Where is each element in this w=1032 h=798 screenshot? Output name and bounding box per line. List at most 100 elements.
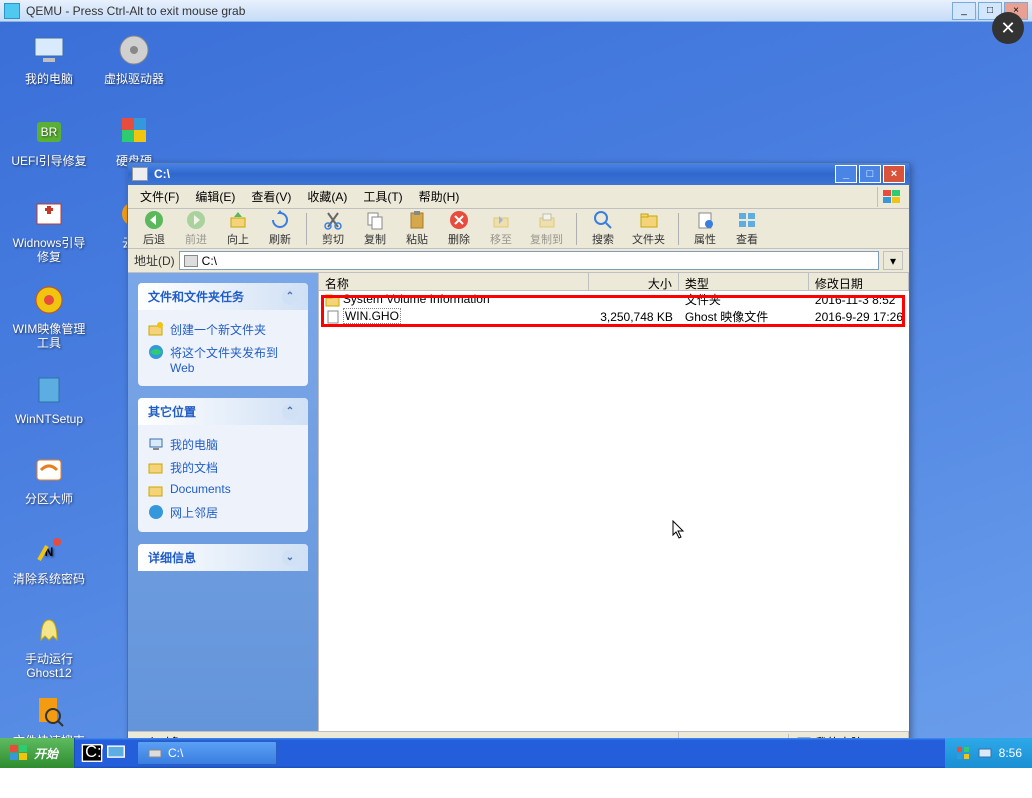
- file-list: 名称 大小 类型 修改日期 System Volume Information …: [318, 273, 909, 731]
- separator: [306, 213, 307, 245]
- folder-icon: [325, 293, 341, 307]
- properties-button[interactable]: 属性: [685, 207, 725, 250]
- file-row-svi[interactable]: System Volume Information 文件夹 2016-11-3 …: [319, 291, 909, 308]
- address-value: C:\: [202, 254, 217, 268]
- side-panel: 文件和文件夹任务⌃ 创建一个新文件夹 将这个文件夹发布到 Web 其它位置⌃ 我…: [128, 273, 318, 731]
- menu-edit[interactable]: 编辑(E): [187, 186, 243, 207]
- cut-button[interactable]: 剪切: [313, 207, 353, 250]
- tray-icon-1[interactable]: [955, 745, 971, 761]
- up-button[interactable]: 向上: [218, 207, 258, 250]
- quick-launch: C:\: [75, 742, 133, 764]
- back-button[interactable]: 后退: [134, 207, 174, 250]
- folder-icon: [148, 459, 164, 475]
- drive-icon: [184, 255, 198, 267]
- address-dropdown-button[interactable]: ▾: [883, 251, 903, 270]
- maximize-button[interactable]: □: [859, 165, 881, 183]
- windows-logo-icon: [10, 745, 28, 761]
- desktop-icon-disk[interactable]: 硬盘硬: [95, 114, 173, 168]
- tasks-panel-header[interactable]: 文件和文件夹任务⌃: [138, 283, 308, 310]
- window-title: C:\: [154, 167, 833, 181]
- desktop-icon-virtual-drive[interactable]: 虚拟驱动器: [95, 32, 173, 86]
- minimize-button[interactable]: _: [835, 165, 857, 183]
- paste-button[interactable]: 粘贴: [397, 207, 437, 250]
- menubar: 文件(F) 编辑(E) 查看(V) 收藏(A) 工具(T) 帮助(H): [128, 185, 909, 209]
- column-size[interactable]: 大小: [589, 273, 679, 290]
- column-name[interactable]: 名称: [319, 273, 589, 290]
- refresh-button[interactable]: 刷新: [260, 207, 300, 250]
- places-panel: 其它位置⌃ 我的电脑 我的文档 Documents 网上邻居: [138, 398, 308, 532]
- menu-view[interactable]: 查看(V): [243, 186, 299, 207]
- task-publish-web[interactable]: 将这个文件夹发布到 Web: [148, 341, 298, 378]
- place-network[interactable]: 网上邻居: [148, 501, 298, 524]
- computer-icon: [148, 436, 164, 452]
- menu-file[interactable]: 文件(F): [132, 186, 187, 207]
- task-new-folder[interactable]: 创建一个新文件夹: [148, 318, 298, 341]
- file-icon: [325, 310, 341, 324]
- desktop-icon-winntsetup[interactable]: WinNTSetup: [10, 372, 88, 426]
- ql-desktop-button[interactable]: [105, 742, 127, 764]
- explorer-window: C:\ _ □ × 文件(F) 编辑(E) 查看(V) 收藏(A) 工具(T) …: [127, 162, 910, 754]
- search-button[interactable]: 搜索: [583, 207, 623, 250]
- toolbar: 后退 前进 向上 刷新 剪切 复制 粘贴 删除 移至 复制到 搜索 文件夹 属性…: [128, 209, 909, 249]
- chevron-up-icon: ⌃: [282, 289, 298, 305]
- drive-icon: [148, 747, 162, 759]
- address-label: 地址(D): [134, 252, 175, 269]
- new-folder-icon: [148, 321, 164, 337]
- place-documents[interactable]: Documents: [148, 479, 298, 501]
- desktop-icon-windows-boot-repair[interactable]: Widnows引导修复: [10, 196, 88, 265]
- separator: [576, 213, 577, 245]
- desktop-icon-uefi-repair[interactable]: BRUEFI引导修复: [10, 114, 88, 168]
- qemu-icon: [4, 3, 20, 19]
- place-my-documents[interactable]: 我的文档: [148, 456, 298, 479]
- details-panel-header[interactable]: 详细信息⌄: [138, 544, 308, 571]
- globe-icon: [148, 344, 164, 360]
- taskbar: 开始 C:\ C:\ 8:56: [0, 738, 1032, 768]
- file-row-wingho[interactable]: WIN.GHO 3,250,748 KB Ghost 映像文件 2016-9-2…: [319, 308, 909, 325]
- place-my-computer[interactable]: 我的电脑: [148, 433, 298, 456]
- explorer-titlebar[interactable]: C:\ _ □ ×: [128, 163, 909, 185]
- desktop-icon-clear-password[interactable]: N清除系统密码: [10, 532, 88, 586]
- overlay-close-button[interactable]: ✕: [992, 12, 1024, 44]
- desktop-icon-ghost12[interactable]: 手动运行Ghost12: [10, 612, 88, 681]
- desktop-icon-partition-master[interactable]: 分区大师: [10, 452, 88, 506]
- menu-tools[interactable]: 工具(T): [355, 186, 410, 207]
- svg-text:C:\: C:\: [85, 743, 103, 761]
- taskbar-item-explorer[interactable]: C:\: [137, 741, 277, 765]
- windows-flag-icon: [877, 187, 905, 207]
- column-headers: 名称 大小 类型 修改日期: [319, 273, 909, 291]
- folders-button[interactable]: 文件夹: [625, 207, 672, 250]
- chevron-up-icon: ⌃: [282, 404, 298, 420]
- network-icon: [148, 504, 164, 520]
- address-input[interactable]: C:\: [179, 251, 879, 270]
- tray-icon-2[interactable]: [977, 745, 993, 761]
- tasks-panel: 文件和文件夹任务⌃ 创建一个新文件夹 将这个文件夹发布到 Web: [138, 283, 308, 386]
- close-button[interactable]: ×: [883, 165, 905, 183]
- move-to-button[interactable]: 移至: [481, 207, 521, 250]
- qemu-title: QEMU - Press Ctrl-Alt to exit mouse grab: [26, 4, 950, 18]
- qemu-minimize-button[interactable]: _: [952, 2, 976, 20]
- forward-button[interactable]: 前进: [176, 207, 216, 250]
- desktop-icon-my-computer[interactable]: 我的电脑: [10, 32, 88, 86]
- file-rows[interactable]: System Volume Information 文件夹 2016-11-3 …: [319, 291, 909, 731]
- start-button[interactable]: 开始: [0, 738, 75, 768]
- menu-favorites[interactable]: 收藏(A): [299, 186, 355, 207]
- drive-icon: [132, 167, 148, 181]
- menu-help[interactable]: 帮助(H): [411, 186, 468, 207]
- clock[interactable]: 8:56: [999, 746, 1022, 760]
- desktop-icon-wim-tool[interactable]: WIM映像管理工具: [10, 282, 88, 351]
- copy-button[interactable]: 复制: [355, 207, 395, 250]
- ql-cmd-button[interactable]: C:\: [81, 742, 103, 764]
- chevron-down-icon: ⌄: [282, 550, 298, 566]
- copy-to-button[interactable]: 复制到: [523, 207, 570, 250]
- address-bar: 地址(D) C:\ ▾: [128, 249, 909, 273]
- column-date[interactable]: 修改日期: [809, 273, 909, 290]
- delete-button[interactable]: 删除: [439, 207, 479, 250]
- details-panel: 详细信息⌄: [138, 544, 308, 571]
- views-button[interactable]: 查看: [727, 207, 767, 250]
- qemu-titlebar: QEMU - Press Ctrl-Alt to exit mouse grab…: [0, 0, 1032, 22]
- places-panel-header[interactable]: 其它位置⌃: [138, 398, 308, 425]
- desktop[interactable]: 我的电脑 虚拟驱动器 BRUEFI引导修复 硬盘硬 Widnows引导修复 云骑…: [0, 22, 1032, 768]
- system-tray: 8:56: [945, 738, 1032, 768]
- separator: [678, 213, 679, 245]
- column-type[interactable]: 类型: [679, 273, 809, 290]
